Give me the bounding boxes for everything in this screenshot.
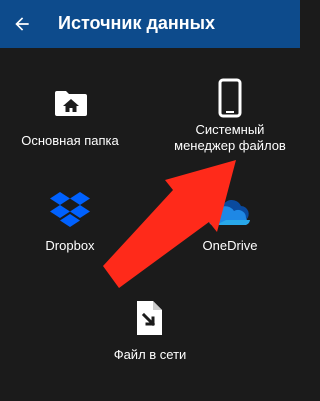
source-label: Основная папка: [21, 133, 119, 148]
smartphone-icon: [218, 78, 242, 118]
dropbox-icon: [50, 192, 90, 227]
source-label: Dropbox: [45, 238, 95, 253]
source-primary-folder[interactable]: Основная папка: [10, 80, 150, 155]
source-network-file[interactable]: Файл в сети: [95, 295, 205, 365]
source-label-line2: менеджер файлов: [174, 138, 286, 153]
source-system-file-manager[interactable]: Системный менеджер файлов: [174, 70, 300, 160]
source-label: OneDrive: [202, 238, 258, 253]
page-title: Источник данных: [58, 13, 216, 33]
home-folder-icon: [55, 91, 87, 116]
source-label-line1: Системный: [195, 122, 265, 137]
onedrive-cloud-icon: [208, 199, 250, 226]
source-label: Файл в сети: [113, 347, 187, 362]
app-bar: Источник данных: [0, 0, 300, 48]
back-button[interactable]: [6, 8, 38, 40]
source-dropbox[interactable]: Dropbox: [30, 190, 130, 260]
source-onedrive[interactable]: OneDrive: [190, 190, 290, 260]
arrow-back-icon: [15, 17, 29, 31]
file-download-icon: [137, 301, 162, 335]
